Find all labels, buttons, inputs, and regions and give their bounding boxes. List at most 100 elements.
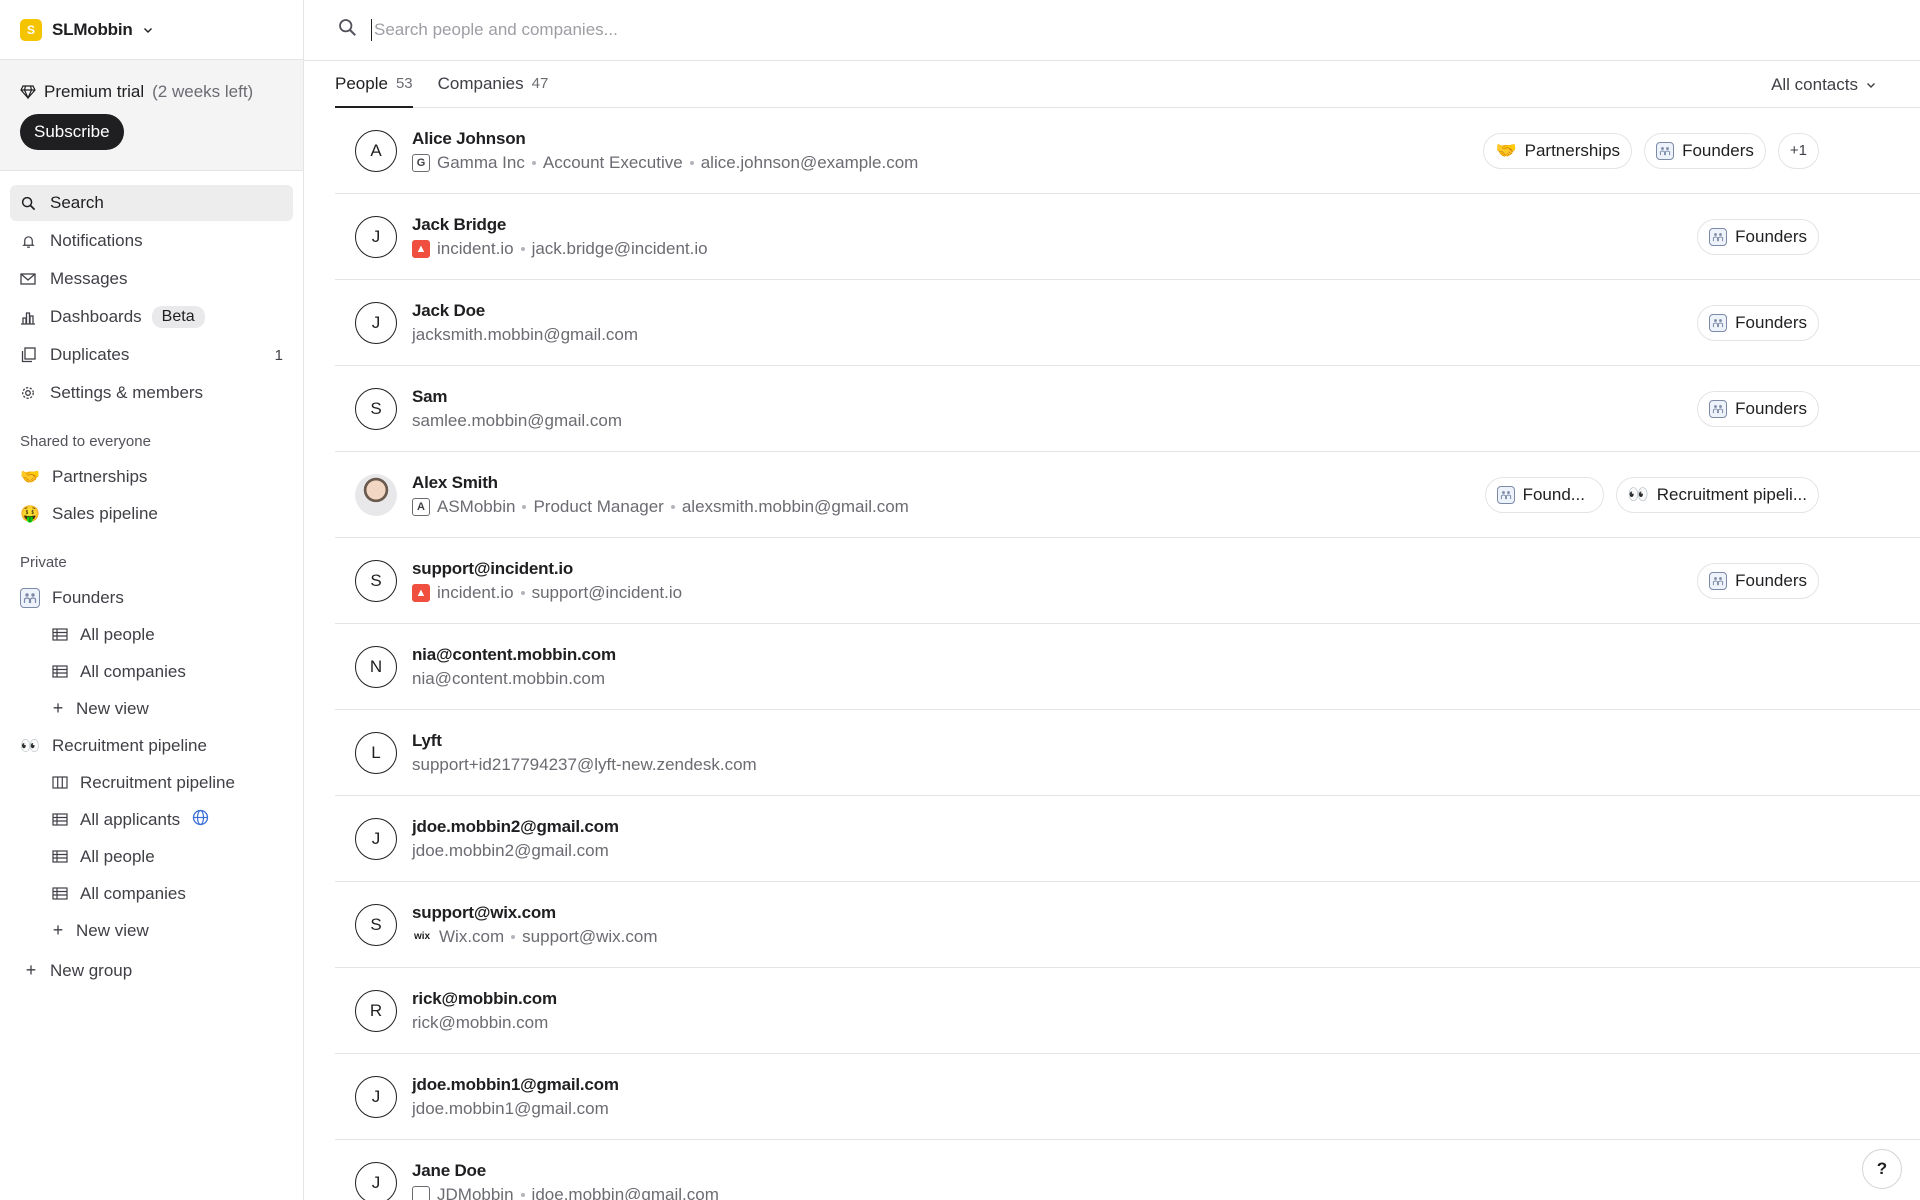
search-input[interactable]	[371, 19, 1071, 41]
nav-label: Duplicates	[50, 345, 130, 364]
list-tag-founders[interactable]: Founders	[1697, 562, 1819, 599]
list-tag-founders[interactable]: Founders	[1697, 304, 1819, 341]
view-label: Recruitment pipeline	[80, 772, 235, 792]
table-row[interactable]: J jdoe.mobbin1@gmail.com jdoe.mobbin1@gm…	[335, 1054, 1920, 1140]
table-icon	[52, 849, 68, 865]
new-group-button[interactable]: + New group	[0, 952, 303, 989]
list-tag-founders[interactable]: Found...	[1484, 476, 1604, 513]
separator-dot	[522, 504, 527, 509]
list-label: Partnerships	[52, 466, 148, 486]
table-row[interactable]: J Jack Bridge ▲ incident.io jack.bridge@…	[335, 194, 1920, 280]
email: jack.bridge@incident.io	[531, 238, 708, 258]
nav-item-dashboards[interactable]: Dashboards Beta	[10, 299, 293, 335]
nav-label: Dashboards	[50, 307, 142, 326]
list-tag-founders[interactable]: Founders	[1644, 132, 1766, 169]
view-recruitment-all-companies[interactable]: All companies	[0, 875, 303, 912]
job-title: Account Executive	[542, 152, 683, 172]
table-row[interactable]: J jdoe.mobbin2@gmail.com jdoe.mobbin2@gm…	[335, 796, 1920, 882]
list-tag-recruitment-pipeline[interactable]: 👀 Recruitment pipeli...	[1615, 476, 1819, 513]
view-recruitment-board[interactable]: Recruitment pipeline	[0, 764, 303, 801]
table-row[interactable]: Alex Smith A ASMobbin Product Manager al…	[335, 452, 1920, 538]
avatar: J	[355, 1075, 397, 1118]
view-founders-all-companies[interactable]: All companies	[0, 653, 303, 690]
company-name: ASMobbin	[437, 496, 516, 516]
tab-people[interactable]: People 53	[335, 60, 413, 108]
nav-label: Search	[50, 193, 104, 212]
company-name: incident.io	[437, 238, 514, 258]
money-face-icon: 🤑	[20, 505, 40, 523]
nav-item-duplicates[interactable]: Duplicates 1	[10, 337, 293, 373]
view-founders-all-people[interactable]: All people	[0, 616, 303, 653]
person-name: jdoe.mobbin2@gmail.com	[412, 816, 619, 836]
list-sales-pipeline[interactable]: 🤑 Sales pipeline	[0, 495, 303, 532]
list-label: Founders	[52, 587, 124, 607]
beta-badge: Beta	[151, 306, 205, 328]
contacts-filter-dropdown[interactable]: All contacts	[1771, 61, 1876, 108]
separator-dot	[689, 160, 694, 165]
tab-companies[interactable]: Companies 47	[438, 60, 549, 107]
tab-count: 53	[395, 75, 413, 92]
avatar: J	[355, 215, 397, 258]
table-row[interactable]: S support@wix.com wix Wix.com support@wi…	[335, 882, 1920, 968]
chevron-down-icon	[1867, 82, 1875, 88]
founders-icon	[1656, 141, 1675, 160]
separator-dot	[520, 1192, 525, 1197]
separator-dot	[520, 590, 525, 595]
list-founders[interactable]: Founders	[0, 579, 303, 616]
separator-dot	[520, 246, 525, 251]
view-label: All people	[80, 846, 155, 866]
help-button[interactable]: ?	[1862, 1149, 1902, 1189]
list-tag-partnerships[interactable]: 🤝 Partnerships	[1483, 132, 1633, 169]
duplicates-count: 1	[274, 346, 283, 364]
subscribe-button[interactable]: Subscribe	[20, 114, 124, 150]
founders-icon	[1709, 399, 1728, 418]
trial-remaining: (2 weeks left)	[152, 82, 254, 101]
plus-icon: +	[52, 698, 64, 718]
avatar: J	[355, 1161, 397, 1200]
nav-item-notifications[interactable]: Notifications	[10, 223, 293, 259]
table-icon	[52, 812, 68, 828]
view-recruitment-all-people[interactable]: All people	[0, 838, 303, 875]
bar-chart-icon	[20, 309, 36, 325]
nav-label: Settings & members	[50, 383, 204, 402]
search-bar	[304, 0, 1920, 61]
wix-logo-icon: wix	[413, 931, 431, 942]
table-row[interactable]: S support@incident.io ▲ incident.io supp…	[335, 538, 1920, 624]
avatar-photo	[355, 473, 397, 516]
separator-dot	[531, 160, 536, 165]
founders-new-view-button[interactable]: + New view	[0, 690, 303, 727]
list-partnerships[interactable]: 🤝 Partnerships	[0, 458, 303, 495]
nav-item-settings[interactable]: Settings & members	[10, 375, 293, 411]
company-name: Gamma Inc	[437, 152, 525, 172]
workspace-switcher[interactable]: S SLMobbin	[0, 0, 303, 60]
tag-label: Founders	[1735, 570, 1807, 590]
diamond-icon	[20, 85, 36, 100]
list-recruitment-pipeline[interactable]: 👀 Recruitment pipeline	[0, 727, 303, 764]
view-all-applicants[interactable]: All applicants	[0, 801, 303, 838]
table-row[interactable]: N nia@content.mobbin.com nia@content.mob…	[335, 624, 1920, 710]
table-row[interactable]: A Alice Johnson G Gamma Inc Account Exec…	[335, 108, 1920, 194]
table-row[interactable]: S Sam samlee.mobbin@gmail.com Founders	[335, 366, 1920, 452]
person-name: Sam	[412, 386, 448, 406]
tag-label: Founders	[1735, 398, 1807, 418]
avatar: S	[355, 903, 397, 946]
table-row[interactable]: R rick@mobbin.com rick@mobbin.com	[335, 968, 1920, 1054]
email: alice.johnson@example.com	[700, 152, 919, 172]
view-label: All people	[80, 624, 155, 644]
nav-item-search[interactable]: Search	[10, 185, 293, 221]
nav-item-messages[interactable]: Messages	[10, 261, 293, 297]
list-tag-founders[interactable]: Founders	[1697, 218, 1819, 255]
list-tag-founders[interactable]: Founders	[1697, 390, 1819, 427]
table-row[interactable]: J Jane Doe JDMobbin jdoe.mobbin@gmail.co…	[335, 1140, 1920, 1200]
plus-icon: +	[25, 960, 37, 980]
founders-icon	[1709, 571, 1728, 590]
founders-icon	[1709, 313, 1728, 332]
table-icon	[52, 886, 68, 902]
more-tags-button[interactable]: +1	[1777, 132, 1819, 169]
avatar: A	[355, 129, 397, 172]
workspace-name: SLMobbin	[52, 19, 133, 39]
table-row[interactable]: J Jack Doe jacksmith.mobbin@gmail.com Fo…	[335, 280, 1920, 366]
email: support+id217794237@lyft-new.zendesk.com	[412, 754, 757, 774]
recruitment-new-view-button[interactable]: + New view	[0, 912, 303, 949]
table-row[interactable]: L Lyft support+id217794237@lyft-new.zend…	[335, 710, 1920, 796]
